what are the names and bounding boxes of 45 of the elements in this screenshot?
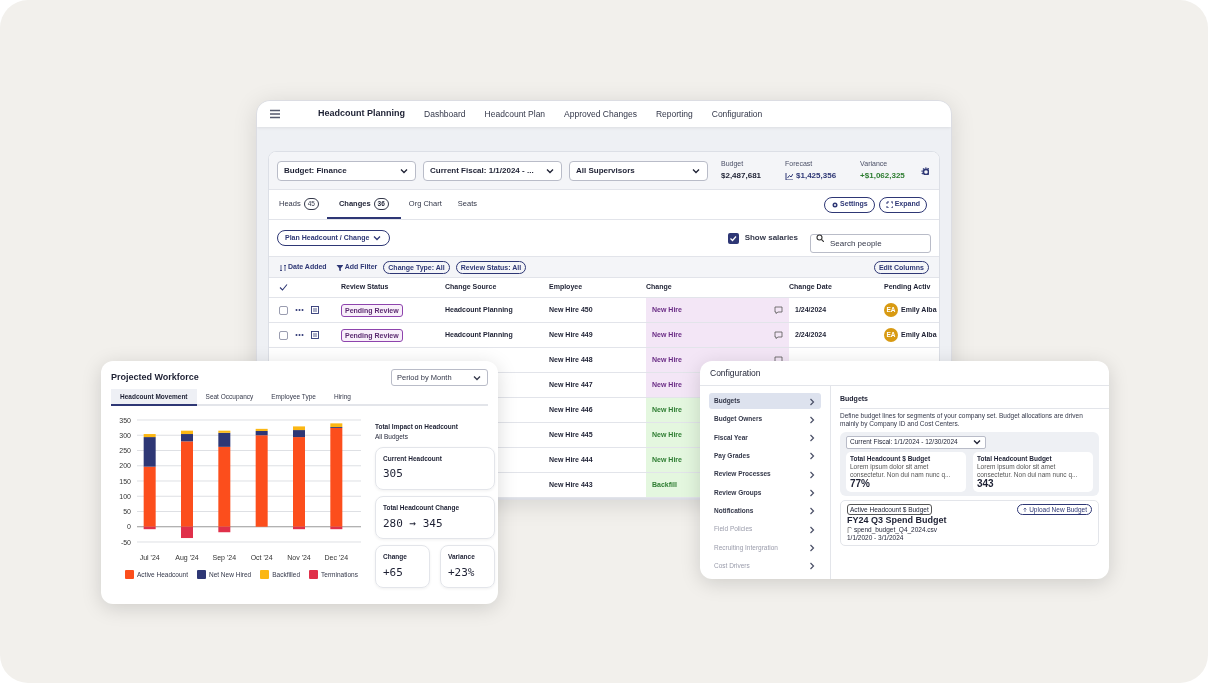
filter-dropdown[interactable]: Budget: Finance xyxy=(277,160,416,181)
row-checkbox[interactable] xyxy=(279,305,288,315)
menu-icon[interactable] xyxy=(269,108,281,120)
nav-link[interactable]: Reporting xyxy=(655,107,693,121)
stat-value: 343 xyxy=(977,478,995,491)
row-checkbox[interactable] xyxy=(279,330,288,340)
chart-icon xyxy=(785,171,794,180)
stat-value: +$1,062,325 xyxy=(860,169,905,182)
nav-link[interactable]: Headcount Plan xyxy=(484,107,546,121)
filter-dropdown[interactable]: Current Fiscal: 1/1/2024 - ... xyxy=(423,160,562,181)
metric-value: +23% xyxy=(448,564,476,581)
filter-dropdown[interactable]: All Supervisors xyxy=(569,160,708,181)
chevron-down-icon xyxy=(972,437,982,447)
app-title: Headcount Planning xyxy=(318,107,405,121)
file-icon xyxy=(847,527,852,534)
details-icon[interactable] xyxy=(311,331,319,339)
comment-icon[interactable] xyxy=(774,330,783,340)
metric-value: +65 xyxy=(383,564,404,581)
budget-title: FY24 Q3 Spend Budget xyxy=(847,515,948,527)
check-icon xyxy=(729,234,738,242)
nav-link[interactable]: Configuration xyxy=(711,107,763,121)
filter-icon xyxy=(335,263,343,271)
card-title: Projected Workforce xyxy=(111,370,199,384)
settings-icon[interactable] xyxy=(921,166,929,175)
search-icon xyxy=(816,234,824,242)
metric-value: 305 xyxy=(383,466,404,483)
search-field[interactable]: Search people xyxy=(810,233,931,253)
more-icon[interactable] xyxy=(295,331,304,339)
nav-link[interactable]: Dashboard xyxy=(424,107,466,121)
more-icon[interactable] xyxy=(295,306,304,314)
gear-icon xyxy=(831,201,839,208)
metric-value: 280 → 345 xyxy=(383,515,444,532)
chevron-down-icon xyxy=(372,233,383,243)
sort-icon xyxy=(279,263,286,271)
details-icon[interactable] xyxy=(311,306,319,314)
checkbox[interactable] xyxy=(727,232,739,244)
stat-value: $1,425,356 xyxy=(796,169,837,182)
nav-link[interactable]: Approved Changes xyxy=(564,107,637,121)
stat-value: 77% xyxy=(850,478,871,491)
upload-icon xyxy=(1022,507,1028,513)
checkbox-label: Show salaries xyxy=(744,232,798,244)
comment-icon[interactable] xyxy=(774,305,783,315)
expand-icon xyxy=(885,201,893,208)
select-all-check-icon[interactable] xyxy=(279,283,288,292)
stat-value: $2,487,681 xyxy=(721,169,762,182)
